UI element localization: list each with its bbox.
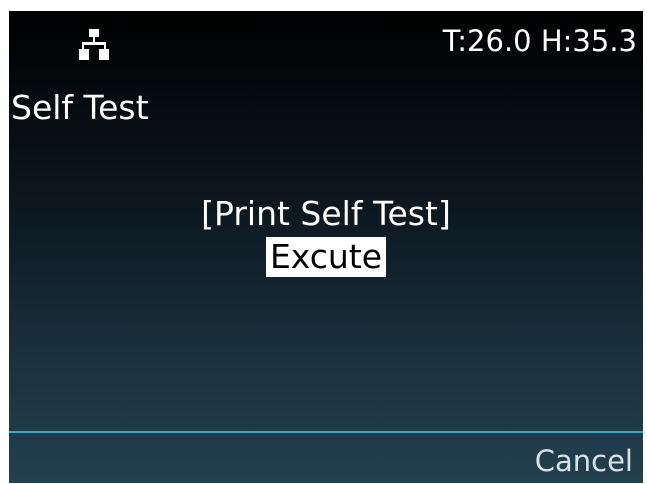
option-list: Excute [9, 237, 643, 277]
status-bar: T:26.0 H:35.3 [9, 11, 643, 73]
cancel-button[interactable]: Cancel [535, 441, 633, 481]
temperature-humidity-readout: T:26.0 H:35.3 [442, 24, 637, 58]
page-title: Self Test [11, 88, 149, 127]
menu-title: [Print Self Test] [201, 194, 451, 233]
network-icon [79, 29, 109, 61]
device-screen: T:26.0 H:35.3 Self Test [Print Self Test… [9, 11, 643, 483]
execute-option[interactable]: Excute [265, 237, 387, 277]
footer-divider [9, 431, 643, 433]
